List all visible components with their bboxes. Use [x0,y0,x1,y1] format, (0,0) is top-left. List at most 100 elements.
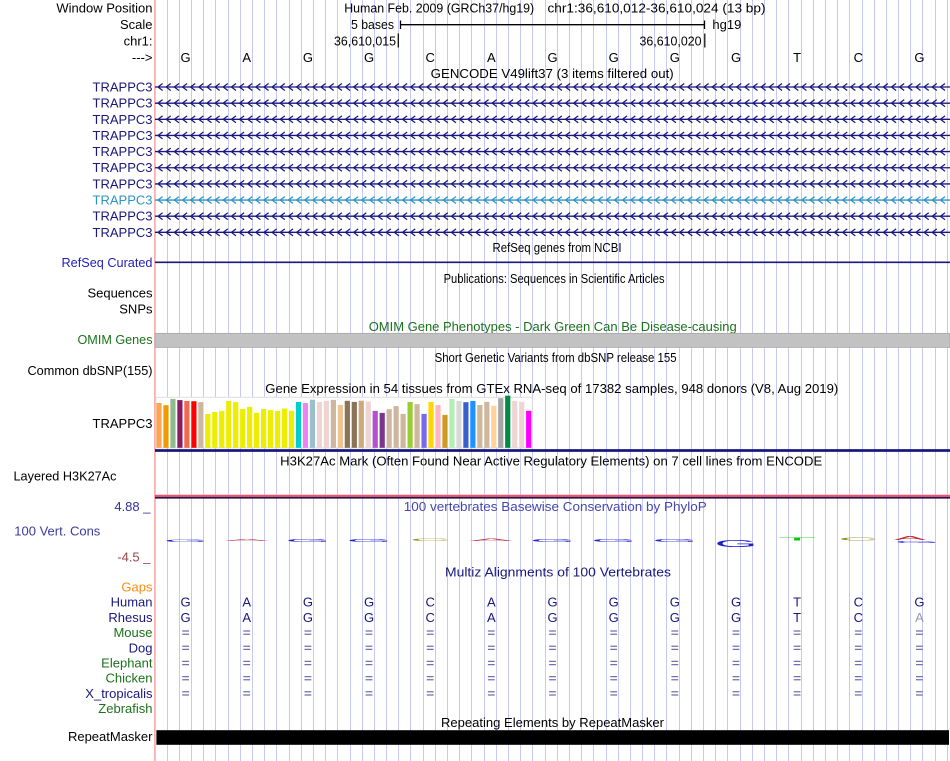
svg-text:Short Genetic Variants from db: Short Genetic Variants from dbSNP releas… [435,350,677,365]
svg-text:100 Vert. Cons: 100 Vert. Cons [14,523,100,538]
svg-text:SNPs: SNPs [119,302,153,317]
svg-text:Common dbSNP(155): Common dbSNP(155) [28,363,153,378]
svg-text:C: C [426,610,435,625]
svg-text:chr1:36,610,012-36,610,024 (13: chr1:36,610,012-36,610,024 (13 bp) [548,1,766,16]
svg-text:G: G [609,610,619,625]
svg-text:Zebrafish: Zebrafish [98,701,152,716]
svg-text:G: G [303,595,313,610]
svg-text:Mouse: Mouse [113,625,152,640]
svg-text:G: G [303,50,313,65]
svg-text:G: G [670,50,680,65]
svg-text:G: G [731,595,741,610]
svg-text:hg19: hg19 [712,17,741,32]
svg-text:A: A [487,595,496,610]
svg-text:G: G [670,610,680,625]
svg-text:G: G [670,595,680,610]
svg-text:TRAPPC3: TRAPPC3 [93,176,153,191]
svg-text:Gaps: Gaps [121,580,153,595]
svg-text:TRAPPC3: TRAPPC3 [93,112,153,127]
svg-text:G: G [547,50,557,65]
svg-text:36,610,020: 36,610,020 [640,34,702,49]
svg-text:36,610,015: 36,610,015 [334,34,396,49]
svg-text:Chicken: Chicken [106,671,153,686]
svg-text:Sequences: Sequences [87,285,153,300]
svg-text:T: T [793,50,801,65]
svg-text:X_tropicalis: X_tropicalis [85,686,153,701]
svg-text:Multiz Alignments of 100 Verte: Multiz Alignments of 100 Vertebrates [445,565,672,580]
svg-text:TRAPPC3: TRAPPC3 [93,80,153,95]
svg-text:C: C [854,610,863,625]
svg-text:G: G [652,538,697,543]
svg-text:G: G [731,610,741,625]
svg-text:G: G [609,595,619,610]
svg-text:G: G [364,595,374,610]
svg-text:G: G [164,538,208,543]
svg-text:OMIM Genes: OMIM Genes [78,332,153,347]
svg-text:G: G [303,610,313,625]
svg-text:A: A [915,610,924,625]
svg-text:G: G [731,50,741,65]
svg-text:TRAPPC3: TRAPPC3 [93,416,153,431]
svg-text:TRAPPC3: TRAPPC3 [93,160,153,175]
svg-text:Scale: Scale [120,17,153,32]
svg-text:A: A [242,610,251,625]
svg-text:Repeating Elements by RepeatMa: Repeating Elements by RepeatMasker [441,715,665,730]
svg-text:G: G [894,541,939,544]
svg-text:A: A [242,595,251,610]
svg-text:Human Feb. 2009 (GRCh37/hg19): Human Feb. 2009 (GRCh37/hg19) [344,1,534,16]
svg-text:G: G [591,538,636,543]
svg-text:Dog: Dog [129,640,153,655]
svg-text:H3K27Ac Mark (Often Found Near: H3K27Ac Mark (Often Found Near Active Re… [280,454,822,469]
svg-text:A: A [487,50,496,65]
svg-text:G: G [181,595,191,610]
svg-text:G: G [547,610,557,625]
svg-text:T: T [793,610,801,625]
svg-text:C: C [426,50,435,65]
svg-text:G: G [364,610,374,625]
svg-text:Human: Human [111,595,153,610]
svg-text:TRAPPC3: TRAPPC3 [93,209,153,224]
svg-text:G: G [609,50,619,65]
svg-text:G: G [181,610,191,625]
svg-text:TRAPPC3: TRAPPC3 [93,128,153,143]
svg-text:RepeatMasker: RepeatMasker [68,729,153,744]
svg-text:G: G [547,595,557,610]
svg-text:C: C [838,537,878,542]
svg-text:Window Position: Window Position [56,1,152,16]
svg-text:A: A [470,538,514,542]
svg-text:A: A [242,50,251,65]
svg-text:Layered H3K27Ac: Layered H3K27Ac [14,468,117,483]
svg-text:--->: ---> [132,50,153,65]
svg-text:C: C [854,50,863,65]
svg-text:C: C [426,595,435,610]
svg-text:G: G [181,50,191,65]
svg-text:TRAPPC3: TRAPPC3 [93,144,153,159]
svg-text:A: A [225,538,269,541]
svg-text:RefSeq Curated: RefSeq Curated [62,255,153,270]
svg-text:-4.5 _: -4.5 _ [117,550,151,565]
svg-text:G: G [285,538,330,543]
svg-text:G: G [346,538,391,543]
svg-text:RefSeq genes from NCBI: RefSeq genes from NCBI [493,240,622,255]
svg-text:G: G [914,595,924,610]
svg-text:G: G [714,538,757,549]
svg-text:TRAPPC3: TRAPPC3 [93,225,153,240]
svg-text:T: T [778,537,816,542]
svg-text:Publications: Sequences in Sci: Publications: Sequences in Scientific Ar… [444,271,665,286]
svg-text:100 vertebrates Basewise Conse: 100 vertebrates Basewise Conservation by… [404,499,707,514]
svg-text:C: C [854,595,863,610]
svg-text:Rhesus: Rhesus [108,610,153,625]
svg-text:G: G [530,538,575,543]
svg-text:chr1:: chr1: [124,34,153,49]
svg-text:Gene Expression in 54 tissues: Gene Expression in 54 tissues from GTEx … [265,381,838,396]
svg-text:Elephant: Elephant [101,656,153,671]
svg-text:G: G [364,50,374,65]
svg-text:TRAPPC3: TRAPPC3 [93,193,153,208]
svg-text:T: T [793,595,801,610]
svg-text:TRAPPC3: TRAPPC3 [93,96,153,111]
svg-text:C: C [410,538,451,542]
svg-text:A: A [487,610,496,625]
svg-text:OMIM Gene Phenotypes - Dark Gr: OMIM Gene Phenotypes - Dark Green Can Be… [369,319,737,334]
svg-text:G: G [914,50,924,65]
svg-text:4.88 _: 4.88 _ [114,499,151,514]
